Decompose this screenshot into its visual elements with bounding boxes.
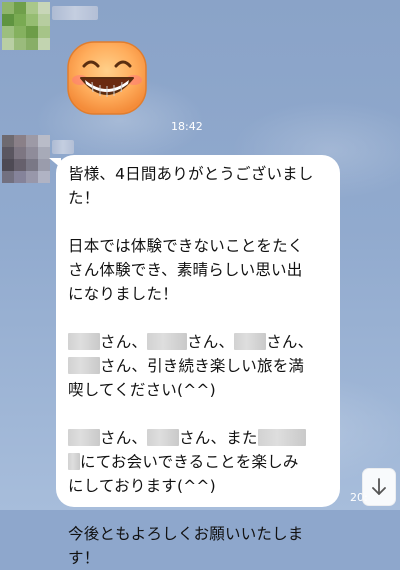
message-line: 喫してください(^^) xyxy=(68,378,332,402)
message-text: さん体験でき、素晴らしい思い出 xyxy=(68,261,303,279)
message-line: 皆様、4日間ありがとうございまし xyxy=(68,162,332,186)
message-paragraph: 日本では体験できないことをたく さん体験でき、素晴らしい思い出 になりました！ xyxy=(68,234,332,306)
message-text: さん、また xyxy=(179,429,258,447)
redacted-name xyxy=(257,429,306,446)
message-line: にてお会いできることを楽しみ xyxy=(68,450,332,474)
message-line: 今後ともよろしくお願いいたしま xyxy=(68,522,332,546)
message-time: 18:42 xyxy=(171,120,203,133)
message-line: さん体験でき、素晴らしい思い出 xyxy=(68,258,332,282)
message-line: す！ xyxy=(68,546,332,570)
message-text: にしております(^^) xyxy=(68,477,216,495)
message-text: さん、 xyxy=(100,429,148,447)
message-paragraph: 今後ともよろしくお願いいたしま す！ xyxy=(68,522,332,570)
message-line: さん、引き続き楽しい旅を満 xyxy=(68,354,332,378)
message-line: た！ xyxy=(68,186,332,210)
message-paragraph: さん、 さん、またにてお会いできることを楽しみにしております(^^) xyxy=(68,426,332,498)
scroll-to-bottom-button[interactable] xyxy=(362,468,396,506)
message-text: 今後ともよろしくお願いいたしま xyxy=(68,525,304,543)
message-text: す！ xyxy=(68,549,100,567)
redacted-name xyxy=(147,333,188,350)
redacted-name xyxy=(68,453,80,470)
message-line: にしております(^^) xyxy=(68,474,332,498)
grinning-face-emoji[interactable] xyxy=(66,40,148,116)
redacted-name xyxy=(68,357,100,374)
message-text: た！ xyxy=(68,189,100,207)
sender-name-redacted xyxy=(52,6,98,20)
message-line: になりました！ xyxy=(68,282,332,306)
message-line: 日本では体験できないことをたく xyxy=(68,234,332,258)
message-text: さん、 xyxy=(187,333,235,351)
message-text: さん、 xyxy=(100,333,148,351)
message-bubble[interactable]: 皆様、4日間ありがとうございまし た！ 日本では体験できないことをたく さん体験でき、… xyxy=(56,155,340,567)
message-text: 皆様、4日間ありがとうございまし xyxy=(68,165,314,183)
redacted-name xyxy=(68,429,100,446)
sender-avatar[interactable] xyxy=(2,2,50,50)
message-text: さん、 xyxy=(266,333,314,351)
message-text: 日本では体験できないことをたく xyxy=(68,237,304,255)
redacted-name xyxy=(147,429,180,446)
sender-name-redacted xyxy=(52,140,74,154)
message-paragraph: 皆様、4日間ありがとうございまし た！ xyxy=(68,162,332,210)
message-text: になりました！ xyxy=(68,285,178,303)
message-text: さん、引き続き楽しい旅を満 xyxy=(100,357,305,375)
message-text: にてお会いできることを楽しみ xyxy=(80,453,299,471)
message-line: さん、 さん、また xyxy=(68,426,332,450)
redacted-name xyxy=(234,333,267,350)
message-line: さん、 さん、 さん、 xyxy=(68,330,332,354)
message-text: 喫してください(^^) xyxy=(68,381,216,399)
message-paragraph: さん、 さん、 さん、さん、引き続き楽しい旅を満喫してください(^^) xyxy=(68,330,332,402)
sender-avatar[interactable] xyxy=(2,135,50,183)
redacted-name xyxy=(68,333,100,350)
arrow-down-icon xyxy=(372,478,386,495)
